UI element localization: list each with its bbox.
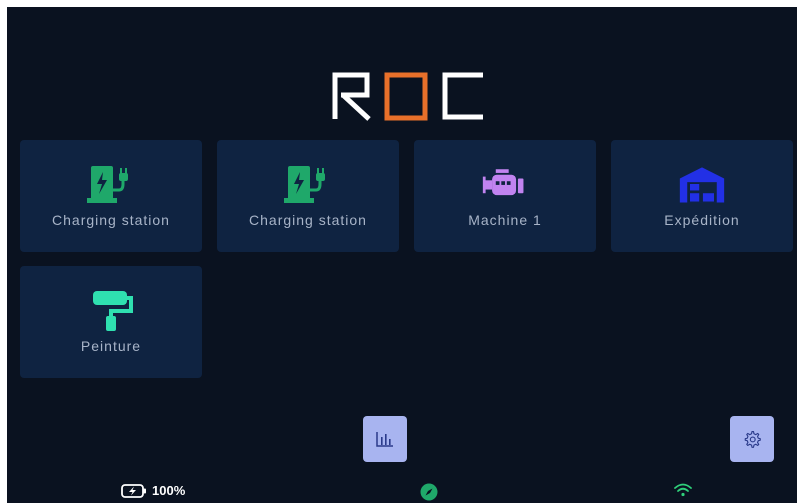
gear-icon <box>744 430 761 448</box>
ev-charger-icon <box>284 164 332 204</box>
tile-charging-station-2[interactable]: Charging station <box>217 140 399 252</box>
statistics-button[interactable] <box>363 416 407 462</box>
settings-button[interactable] <box>730 416 774 462</box>
tile-label: Charging station <box>249 212 367 228</box>
warehouse-icon <box>678 164 726 204</box>
tile-expedition[interactable]: Expédition <box>611 140 793 252</box>
tile-label: Charging station <box>52 212 170 228</box>
bar-chart-icon <box>376 432 393 447</box>
roc-logo <box>332 72 483 121</box>
wifi-icon <box>674 483 692 497</box>
tile-label: Peinture <box>80 338 142 354</box>
battery-status: 100% <box>121 483 185 498</box>
ev-charger-icon <box>87 164 135 204</box>
wifi-status <box>674 483 692 497</box>
compass-status <box>420 483 438 501</box>
tile-charging-station-1[interactable]: Charging station <box>20 140 202 252</box>
tile-label: Machine 1 <box>468 212 542 228</box>
tile-machine-1[interactable]: Machine 1 <box>414 140 596 252</box>
tile-label: Expédition <box>664 212 740 228</box>
compass-icon <box>420 483 438 501</box>
app-screen: Charging station Charging station Machin… <box>7 7 797 503</box>
engine-icon <box>481 164 529 204</box>
battery-level: 100% <box>152 483 186 498</box>
paint-roller-icon <box>87 290 135 331</box>
tile-peinture[interactable]: Peinture <box>20 266 202 378</box>
battery-charging-icon <box>121 483 146 498</box>
